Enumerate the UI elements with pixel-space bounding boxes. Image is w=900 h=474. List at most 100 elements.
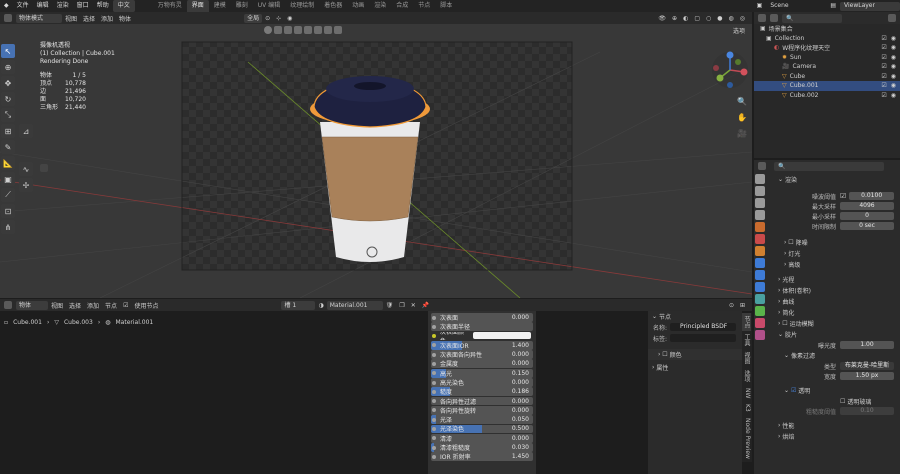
outliner-item[interactable]: ◐ W程序化纹理天空 ☑ ◉: [754, 43, 900, 53]
glass-row[interactable]: ☐ 透明玻璃: [770, 396, 900, 406]
mesh-icon[interactable]: [324, 26, 332, 34]
shader-input-row[interactable]: 高光 0.150: [431, 368, 533, 378]
measure-icon[interactable]: 📐: [1, 156, 15, 170]
section-advanced[interactable]: › 高级: [770, 259, 900, 270]
selectability-icon[interactable]: [274, 26, 282, 34]
node-sidebar-tab[interactable]: Node Preview: [742, 415, 751, 462]
outliner-scene-collection[interactable]: ▣ 场景集合: [754, 24, 900, 34]
pan-hand-icon[interactable]: ✋: [735, 110, 749, 124]
exclude-checkbox-icon[interactable]: ☑: [881, 73, 886, 80]
properties-search[interactable]: 🔍: [774, 161, 884, 171]
shading-rendered-icon[interactable]: ◎: [737, 15, 748, 22]
snap-target-icon[interactable]: [264, 26, 272, 34]
shader-input-row[interactable]: 光泽 0.050: [431, 415, 533, 425]
bend-icon[interactable]: ∿: [19, 162, 33, 176]
breadcrumb-mesh[interactable]: Cube.003: [64, 319, 93, 326]
proportional-icon[interactable]: ◉: [284, 15, 295, 22]
eye-icon[interactable]: ◉: [891, 54, 896, 61]
node-sidebar-tab[interactable]: NW: [742, 385, 751, 401]
workspace-tab[interactable]: 万物有灵: [153, 0, 187, 12]
input-socket-icon[interactable]: [432, 445, 436, 450]
transform-icon[interactable]: ⊞: [1, 124, 15, 138]
shader-input-row[interactable]: 各向异性旋转 0.000: [431, 405, 533, 415]
particles-tab-icon[interactable]: [755, 270, 765, 280]
workspace-tab[interactable]: 界面: [186, 0, 209, 12]
section-denoise[interactable]: › ☐ 降噪: [770, 237, 900, 248]
node-label-field[interactable]: [670, 334, 736, 342]
snap-icon[interactable]: ⊹: [273, 15, 284, 22]
scene-tab-icon[interactable]: [755, 222, 765, 232]
mode-select[interactable]: 物体模式: [16, 13, 62, 23]
input-socket-icon[interactable]: [432, 352, 436, 357]
blender-logo-icon[interactable]: ◆: [0, 0, 13, 12]
shader-input-row[interactable]: 次表面 0.000: [431, 313, 533, 322]
node-editor[interactable]: 物体 视图 选择 添加 节点 ☑ 使用节点 槽 1 ◑ Material.001…: [0, 299, 752, 474]
exclude-checkbox-icon[interactable]: ☑: [881, 54, 886, 61]
input-socket-icon[interactable]: [432, 315, 436, 320]
input-socket-icon[interactable]: [432, 417, 436, 422]
modifier-tab-icon[interactable]: [755, 258, 765, 268]
shader-input-row[interactable]: 各向异性过滤 0.000: [431, 396, 533, 406]
section-pixel-filter[interactable]: ⌄ 像素过滤: [770, 350, 900, 361]
shader-input-row[interactable]: 次表面颜色: [431, 332, 533, 340]
language-button[interactable]: 中文: [112, 0, 135, 12]
tool-panel-icon[interactable]: [40, 164, 48, 174]
material-duplicate-icon[interactable]: ❐: [396, 302, 407, 309]
breadcrumb-material[interactable]: Material.001: [115, 319, 153, 326]
node-menu-add[interactable]: 添加: [84, 301, 102, 310]
shader-input-row[interactable]: 次表面半径: [431, 322, 533, 332]
node-sidebar-tab[interactable]: 节点: [742, 313, 751, 331]
section-light[interactable]: › 灯光: [770, 248, 900, 259]
workspace-tab[interactable]: 脚本: [435, 0, 457, 12]
object-tab-icon[interactable]: [755, 246, 765, 256]
subsurface-color-swatch[interactable]: [473, 332, 531, 340]
glass-checkbox[interactable]: ☐: [840, 398, 845, 405]
min-samples-field[interactable]: 0: [840, 212, 894, 220]
shader-input-row[interactable]: 金属度 0.000: [431, 359, 533, 369]
navigation-gizmo[interactable]: [710, 50, 750, 90]
render-region-icon[interactable]: [304, 26, 312, 34]
scale-icon[interactable]: ⤡: [1, 108, 15, 122]
annotate-icon[interactable]: ✎: [1, 140, 15, 154]
menu-select[interactable]: 选择: [80, 14, 98, 23]
input-socket-icon[interactable]: [432, 389, 436, 394]
shader-input-row[interactable]: 清漆粗糙度 0.030: [431, 443, 533, 452]
eye-icon[interactable]: ◉: [891, 82, 896, 89]
section-bake[interactable]: › 烘焙: [770, 431, 900, 442]
exclude-checkbox-icon[interactable]: ☑: [881, 63, 886, 70]
menu-add[interactable]: 添加: [98, 14, 116, 23]
menu-help[interactable]: 帮助: [93, 0, 113, 12]
section-film[interactable]: ⌄ 胶片: [770, 329, 900, 340]
filter-type-select[interactable]: 布莱克曼-哈里斯: [840, 362, 894, 370]
eye-icon[interactable]: ◉: [891, 73, 896, 80]
menu-object[interactable]: 物体: [116, 14, 134, 23]
exclude-checkbox-icon[interactable]: ☑: [881, 82, 886, 89]
exclude-checkbox-icon[interactable]: ☑: [881, 92, 886, 99]
noise-threshold-checkbox[interactable]: ☑: [840, 192, 846, 200]
roughness-threshold-field[interactable]: 0.10: [840, 407, 894, 415]
render-tab-icon[interactable]: [755, 186, 765, 196]
shading-solid-icon[interactable]: ●: [714, 15, 725, 22]
exclude-checkbox-icon[interactable]: ☑: [881, 35, 886, 42]
material-name-field[interactable]: Material.001: [326, 300, 383, 310]
max-samples-field[interactable]: 4096: [840, 202, 894, 210]
material-fake-user-icon[interactable]: 🛡: [383, 302, 397, 309]
shader-input-row[interactable]: 次表面IOR 1.400: [431, 340, 533, 350]
menu-window[interactable]: 窗口: [73, 0, 93, 12]
material-unlink-icon[interactable]: ✕: [408, 302, 419, 309]
section-transparent[interactable]: ⌄ ☑ 透明: [770, 385, 900, 396]
snap-node-icon[interactable]: ⊞: [737, 302, 748, 309]
view-lock-icon[interactable]: [294, 26, 302, 34]
shading-options[interactable]: 选项: [730, 26, 748, 35]
cursor-icon[interactable]: ⊕: [1, 60, 15, 74]
transparent-checkbox[interactable]: ☑: [791, 387, 796, 394]
viewlayer-name[interactable]: ViewLayer: [840, 1, 900, 11]
exposure-field[interactable]: 1.00: [840, 341, 894, 349]
constraints-tab-icon[interactable]: [755, 294, 765, 304]
gizmo-icon[interactable]: ⊕: [669, 15, 680, 22]
visibility-icon[interactable]: 👁: [655, 15, 669, 22]
node-sidebar-tab[interactable]: K3: [742, 401, 751, 415]
world-tab-icon[interactable]: [755, 234, 765, 244]
input-socket-icon[interactable]: [432, 454, 436, 459]
shader-input-row[interactable]: IOR 折射率 1.450: [431, 452, 533, 462]
